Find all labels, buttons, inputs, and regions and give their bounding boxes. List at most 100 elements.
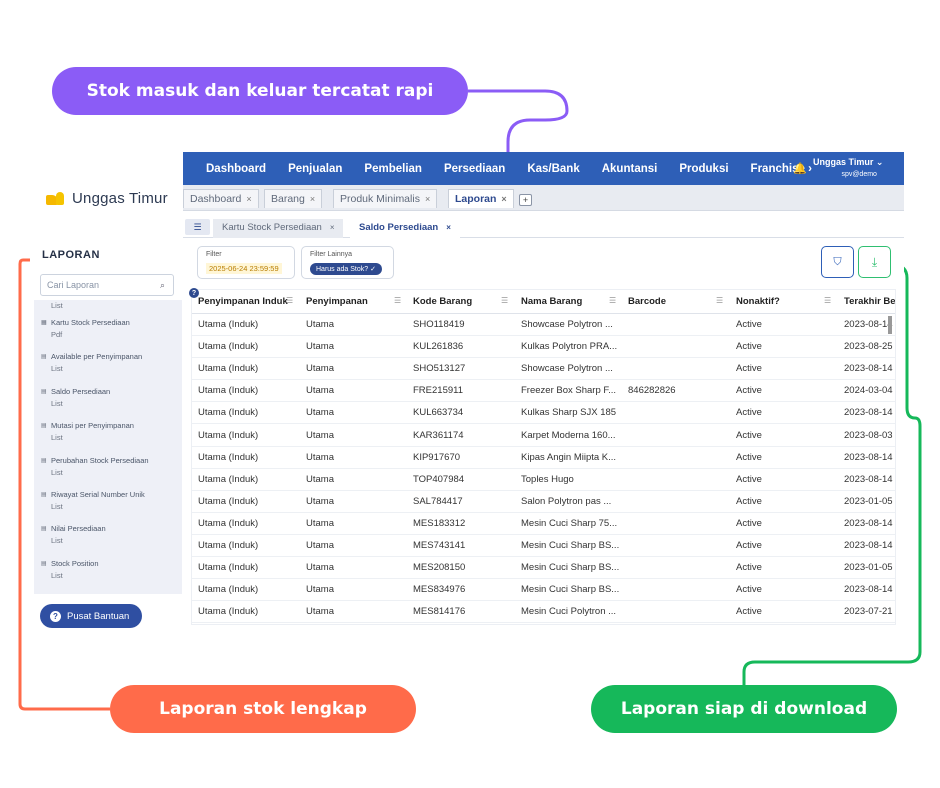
tab-barang[interactable]: Barang × [264,189,323,208]
close-icon[interactable]: × [446,223,451,232]
scrollbar[interactable] [888,316,892,334]
cell-penyimpanan-induk: Utama (Induk) [198,319,259,330]
cell-terakhir-beli: 2023-08-14 [844,451,893,463]
cell-terakhir-beli: 2023-01-05 [844,562,893,574]
user-name: Unggas Timur ⌄ [813,157,884,167]
document-icon: ▤ [41,354,47,361]
table-row[interactable]: Utama (Induk) Utama KAR361174 Karpet Modern… [192,425,895,447]
report-item-title: Saldo Persediaan [51,386,111,396]
cell-penyimpanan: Utama [306,407,334,419]
cell-penyimpanan: Utama [306,584,334,596]
table-row[interactable]: Utama (Induk) Utama MES743141 Mesin Cuci Sh… [192,535,895,557]
table-row[interactable]: Utama (Induk) Utama KUL663734 Kulkas Sharp … [192,402,895,425]
nav-penjualan[interactable]: Penjualan [288,163,342,175]
nav-produksi[interactable]: Produksi [679,163,728,175]
tab-laporan[interactable]: Laporan × [448,189,514,208]
table-row[interactable]: Utama (Induk) Utama SHO118419 Showcase Poly… [192,314,895,336]
report-item-title: Kartu Stock Persediaan [51,318,130,327]
column-menu-icon[interactable]: ☰ [286,296,293,305]
subtab-saldo-persediaan[interactable]: Saldo Persediaan × [350,219,460,238]
column-menu-icon[interactable]: ☰ [394,296,401,305]
column-menu-icon[interactable]: ☰ [501,296,508,305]
nav-persediaan[interactable]: Persediaan [444,163,505,175]
table-row[interactable]: Utama (Induk) Utama FRE215911 Freezer Box S… [192,380,895,403]
col-terakhir-beli[interactable]: Terakhir Be [844,296,895,307]
cell-nonaktif: Active [736,407,762,419]
tab-produk-minimalis[interactable]: Produk Minimalis × [333,189,438,208]
date-filter[interactable]: Filter 2025-06-24 23:59:59 [197,246,295,279]
tab-dashboard[interactable]: Dashboard × [183,189,259,208]
cell-penyimpanan-induk: Utama (Induk) [198,451,259,463]
cell-nama-barang: Mesin Cuci Sharp BS... [521,540,620,551]
top-navbar: Dashboard Penjualan Pembelian Persediaan… [183,152,904,185]
list-icon[interactable]: ☰ [185,219,210,235]
report-item-perubahan[interactable]: ▤ Perubahan Stock Persediaan List [34,453,182,487]
col-penyimpanan-induk[interactable]: Penyimpanan Induk ☰ [198,296,293,307]
nav-pembelian[interactable]: Pembelian [364,163,422,175]
table-row[interactable]: Utama (Induk) Utama SAL784417 Salon Polytro… [192,491,895,513]
cell-nama-barang: Mesin Cuci Polytron ... [521,606,617,618]
table-row[interactable]: Utama (Induk) Utama MES834976 Mesin Cuci Sh… [192,579,895,602]
tab-bar: Dashboard × Barang × Produk Minimalis × Lap… [183,185,904,211]
column-menu-icon[interactable]: ☰ [824,296,831,305]
table-row[interactable]: Utama (Induk) Utama KUL261836 Kulkas Polytr… [192,336,895,359]
cell-nonaktif: Active [736,363,762,375]
cell-nama-barang: Salon Polytron pas ... [521,495,612,507]
table-row[interactable]: Utama (Induk) Utama MES208150 Mesin Cuci Sh… [192,557,895,580]
table-row[interactable]: Utama (Induk) Utama TOP407984 Toples Hugo Ac… [192,469,895,491]
cell-nonaktif: Active [736,429,762,441]
subtab-kartu-stock[interactable]: Kartu Stock Persediaan × [213,219,344,238]
table-row[interactable]: Utama (Induk) Utama MES814176 Mesin Cuci Po… [192,601,895,624]
nav-akuntansi[interactable]: Akuntansi [602,163,658,175]
table-row[interactable]: Utama (Induk) Utama MES183312 Mesin Cuci Sh… [192,513,895,535]
col-barcode[interactable]: Barcode ☰ [628,296,723,307]
document-icon: ▦ [41,320,47,326]
download-button[interactable]: ⤓ [858,246,891,278]
column-menu-icon[interactable]: ☰ [716,296,723,305]
report-item-nilai[interactable]: ▤ Nilai Persediaan List [34,521,182,555]
report-item-available[interactable]: ▤ Available per Penyimpanan List [34,349,182,383]
bell-icon[interactable]: 🔔 [793,162,807,175]
cell-penyimpanan: Utama [306,429,334,441]
col-nama-barang[interactable]: Nama Barang ☰ [521,296,616,307]
cell-nonaktif: Active [736,495,762,507]
close-icon[interactable]: × [310,194,315,204]
callout-download-ready: Laporan siap di download [591,685,897,733]
stock-filter-chip[interactable]: Harus ada Stok? ✓ [310,263,382,275]
report-item-stock-position[interactable]: ▤ Stock Position List [34,556,182,590]
more-filter[interactable]: Filter Lainnya Harus ada Stok? ✓ [301,246,394,279]
search-input[interactable]: Cari Laporan ⌕ [40,274,174,296]
col-nonaktif[interactable]: Nonaktif? ☰ [736,296,831,307]
close-icon[interactable]: × [246,194,251,204]
table-row[interactable]: Utama (Induk) Utama SHO513127 Showcase Poly… [192,358,895,381]
report-item-title: Stock Position [51,558,99,568]
cell-nonaktif: Active [736,319,762,330]
cell-kode-barang: TOP407984 [413,473,465,485]
col-kode-barang[interactable]: Kode Barang ☰ [413,296,508,307]
nav-dashboard[interactable]: Dashboard [206,163,266,175]
close-icon[interactable]: × [330,223,335,232]
report-item-mutasi[interactable]: ▤ Mutasi per Penyimpanan List [34,418,182,452]
table-row[interactable]: Utama (Induk) Utama KIP917670 Kipas Angin M… [192,447,895,469]
close-icon[interactable]: × [501,194,506,204]
report-item-riwayat[interactable]: ▤ Riwayat Serial Number Unik List [34,487,182,521]
filter-date-value: 2025-06-24 23:59:59 [206,263,282,274]
report-item-saldo[interactable]: ▤ Saldo Persediaan List [34,384,182,418]
col-penyimpanan[interactable]: Penyimpanan ☰ [306,296,401,307]
cell-kode-barang: MES743141 [413,540,466,551]
nav-kas-bank[interactable]: Kas/Bank [527,163,579,175]
add-tab-button[interactable]: + [519,194,532,206]
report-item[interactable]: List [34,301,182,315]
report-item-sub: List [51,536,63,546]
close-icon[interactable]: × [425,194,430,204]
report-item-kartu-stock[interactable]: ▦ Kartu Stock Persediaan Pdf [34,315,182,349]
column-menu-icon[interactable]: ☰ [609,296,616,305]
filter-button[interactable]: ⛉ [821,246,854,278]
download-icon: ⤓ [871,254,878,269]
help-center-button[interactable]: ? Pusat Bantuan [40,604,142,628]
cell-terakhir-beli: 2023-08-03 [844,429,893,441]
table-header: Penyimpanan Induk ☰ Penyimpanan ☰ Kode Bar… [192,290,895,314]
cell-terakhir-beli: 2023-08-14 [844,363,893,375]
user-menu[interactable]: Unggas Timur ⌄ spv@demo [813,157,883,178]
help-icon[interactable]: ? [189,288,199,298]
